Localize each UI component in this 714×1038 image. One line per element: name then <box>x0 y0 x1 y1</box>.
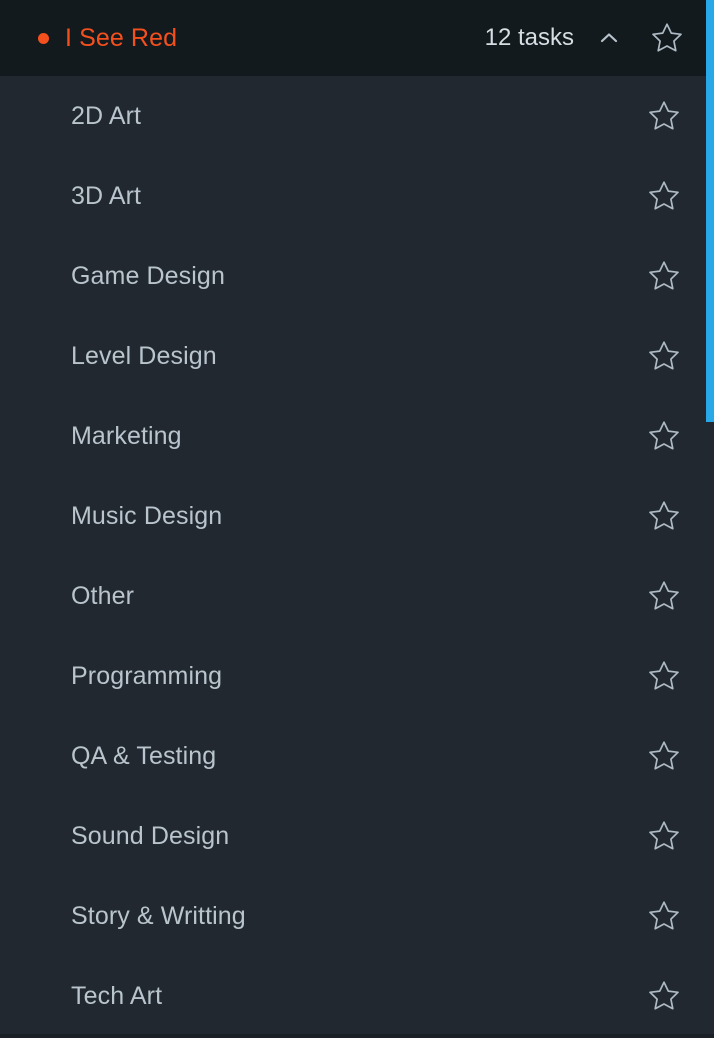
star-outline-icon[interactable] <box>645 817 683 855</box>
list-item-label: Other <box>71 581 135 610</box>
chevron-up-icon[interactable] <box>592 21 626 55</box>
task-group-panel: I See Red 12 tasks 2D Art 3D Art Game Desi… <box>0 0 714 1038</box>
list-item-label: Level Design <box>71 341 217 370</box>
star-outline-icon[interactable] <box>645 417 683 455</box>
star-outline-icon[interactable] <box>645 337 683 375</box>
task-category-list: 2D Art 3D Art Game Design Level Design Marke… <box>0 76 714 1038</box>
star-outline-icon[interactable] <box>645 497 683 535</box>
list-item[interactable]: 3D Art <box>0 156 714 236</box>
star-outline-icon[interactable] <box>645 177 683 215</box>
star-outline-icon[interactable] <box>645 577 683 615</box>
list-item-label: Marketing <box>71 421 182 450</box>
star-outline-icon[interactable] <box>645 897 683 935</box>
list-item[interactable]: 2D Art <box>0 76 714 156</box>
list-item[interactable]: Game Design <box>0 236 714 316</box>
list-item[interactable]: Other <box>0 556 714 636</box>
list-item[interactable]: Marketing <box>0 396 714 476</box>
vertical-scrollbar[interactable] <box>706 0 714 1038</box>
scrollbar-thumb[interactable] <box>706 0 714 422</box>
list-item-label: Music Design <box>71 501 223 530</box>
star-outline-icon[interactable] <box>645 657 683 695</box>
list-item-label: Story & Writting <box>71 901 246 930</box>
group-title: I See Red <box>65 23 178 52</box>
group-status-dot <box>38 32 49 44</box>
star-outline-icon[interactable] <box>645 737 683 775</box>
list-item[interactable]: Sound Design <box>0 796 714 876</box>
list-item[interactable]: Tech Art <box>0 956 714 1036</box>
star-outline-icon[interactable] <box>645 97 683 135</box>
star-outline-icon[interactable] <box>645 977 683 1015</box>
list-item-label: 3D Art <box>71 181 142 210</box>
star-outline-icon[interactable] <box>648 19 686 57</box>
list-item-label: 2D Art <box>71 101 142 130</box>
task-count-label: 12 tasks <box>484 24 574 51</box>
star-outline-icon[interactable] <box>645 257 683 295</box>
list-item[interactable]: Level Design <box>0 316 714 396</box>
group-header-actions: 12 tasks <box>485 19 714 57</box>
list-item[interactable]: Programming <box>0 636 714 716</box>
list-item-label: Game Design <box>71 261 225 290</box>
list-item-label: Programming <box>71 661 223 690</box>
list-item[interactable]: QA & Testing <box>0 716 714 796</box>
panel-bottom-divider <box>0 1034 714 1038</box>
list-item-label: Sound Design <box>71 821 230 850</box>
group-header[interactable]: I See Red 12 tasks <box>0 0 714 76</box>
list-item-label: QA & Testing <box>71 741 217 770</box>
list-item[interactable]: Music Design <box>0 476 714 556</box>
list-item[interactable]: Story & Writting <box>0 876 714 956</box>
list-item-label: Tech Art <box>71 981 163 1010</box>
